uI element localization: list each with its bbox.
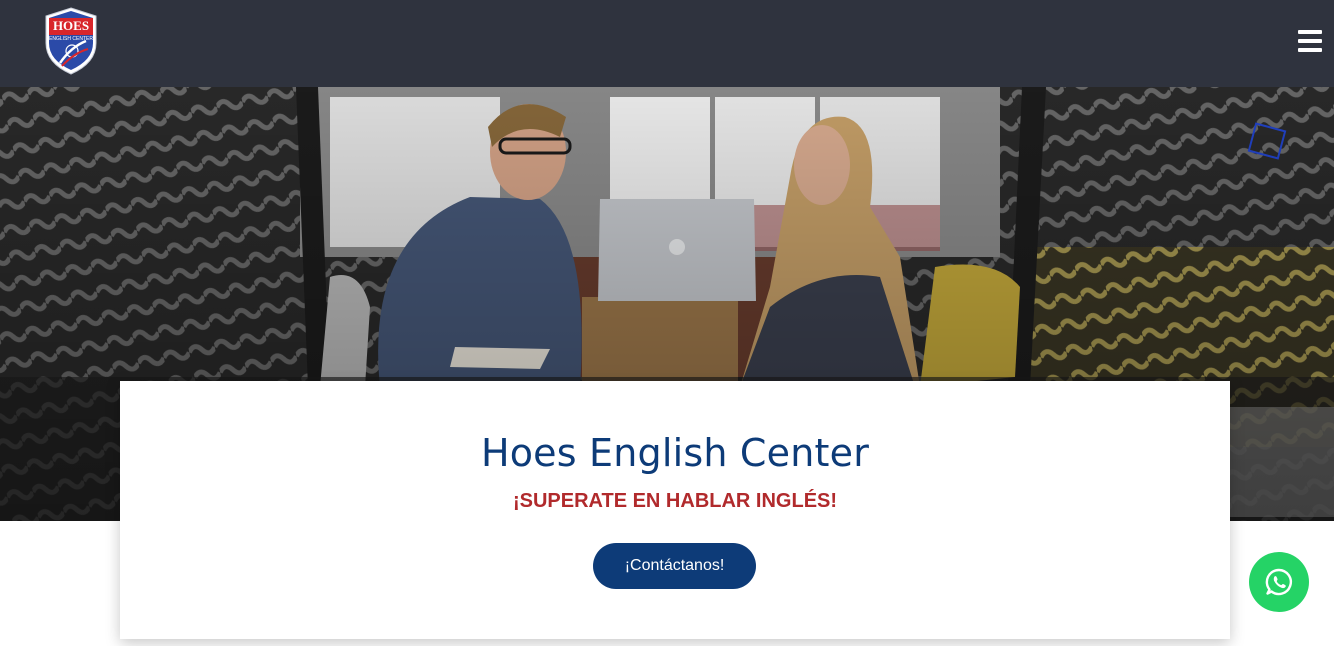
- page-title: Hoes English Center: [480, 431, 870, 475]
- tagline: ¡SUPERATE EN HABLAR INGLÉS!: [512, 490, 838, 512]
- hoes-shield-emblem: HOES ENGLISH CENTER: [45, 7, 97, 75]
- hamburger-menu-icon[interactable]: [1298, 30, 1322, 52]
- logo-text: HOES: [53, 18, 89, 33]
- whatsapp-button[interactable]: [1249, 552, 1309, 612]
- top-navbar: HOES ENGLISH CENTER: [0, 0, 1334, 87]
- whatsapp-icon: [1265, 568, 1292, 596]
- logo-subtext: ENGLISH CENTER: [49, 36, 93, 42]
- contact-button[interactable]: ¡Contáctanos!: [593, 543, 756, 589]
- hero-card: Hoes English Center ¡SUPERATE EN HABLAR …: [120, 381, 1230, 639]
- hoes-logo[interactable]: HOES ENGLISH CENTER: [44, 7, 98, 75]
